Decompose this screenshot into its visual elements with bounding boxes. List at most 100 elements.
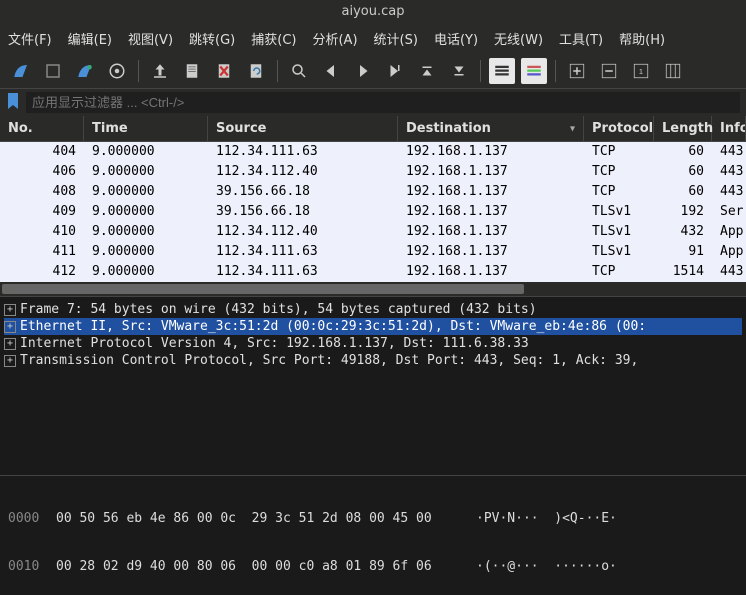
hex-ascii: ·(··@··· ······o· (476, 558, 617, 576)
table-row[interactable]: 4119.000000112.34.111.63192.168.1.137TLS… (0, 242, 746, 262)
cell: 112.34.111.63 (208, 142, 398, 161)
menu-help[interactable]: 帮助(H) (617, 27, 667, 50)
menu-tools[interactable]: 工具(T) (557, 27, 605, 50)
expand-icon[interactable]: + (4, 321, 16, 333)
cell: 192.168.1.137 (398, 202, 584, 221)
display-filter-input[interactable] (26, 92, 740, 113)
cell: TCP (584, 162, 654, 181)
close-file-icon[interactable] (211, 58, 237, 84)
col-header-dst[interactable]: Destination▾ (398, 116, 584, 141)
open-upload-icon[interactable] (147, 58, 173, 84)
expand-icon[interactable]: + (4, 355, 16, 367)
detail-ip-text: Internet Protocol Version 4, Src: 192.16… (20, 336, 529, 351)
cell: 60 (654, 182, 712, 201)
menu-analyze[interactable]: 分析(A) (310, 27, 359, 50)
cell: TLSv1 (584, 222, 654, 241)
hex-row[interactable]: 0010 00 28 02 d9 40 00 80 06 00 00 c0 a8… (8, 558, 738, 576)
packet-details: + Frame 7: 54 bytes on wire (432 bits), … (0, 296, 746, 476)
cell: 112.34.112.40 (208, 222, 398, 241)
forward-icon[interactable] (350, 58, 376, 84)
col-header-time[interactable]: Time (84, 116, 208, 141)
stop-icon[interactable] (40, 58, 66, 84)
cell: 112.34.111.63 (208, 262, 398, 281)
cell: TCP (584, 182, 654, 201)
goto-last-icon[interactable] (446, 58, 472, 84)
col-header-proto[interactable]: Protocol (584, 116, 654, 141)
search-icon[interactable] (286, 58, 312, 84)
cell: 404 (0, 142, 84, 161)
zoom-reset-icon[interactable]: 1 (628, 58, 654, 84)
cell: 9.000000 (84, 182, 208, 201)
zoom-in-icon[interactable] (564, 58, 590, 84)
col-header-info[interactable]: Info (712, 116, 746, 141)
hex-dump[interactable]: 0000 00 50 56 eb 4e 86 00 0c 29 3c 51 2d… (0, 476, 746, 595)
bookmark-filter-icon[interactable] (6, 93, 20, 113)
file-icon[interactable] (179, 58, 205, 84)
cell: 410 (0, 222, 84, 241)
expand-icon[interactable]: + (4, 338, 16, 350)
resize-columns-icon[interactable] (660, 58, 686, 84)
cell: 192.168.1.137 (398, 162, 584, 181)
goto-icon[interactable] (382, 58, 408, 84)
detail-ethernet[interactable]: + Ethernet II, Src: VMware_3c:51:2d (00:… (4, 318, 742, 335)
menu-view[interactable]: 视图(V) (126, 27, 175, 50)
cell: 9.000000 (84, 222, 208, 241)
cell: 112.34.111.63 (208, 242, 398, 261)
table-row[interactable]: 4089.00000039.156.66.18192.168.1.137TCP6… (0, 182, 746, 202)
cell: 412 (0, 262, 84, 281)
settings-icon[interactable] (104, 58, 130, 84)
menu-file[interactable]: 文件(F) (6, 27, 54, 50)
cell: 9.000000 (84, 202, 208, 221)
toolbar-separator (138, 60, 139, 82)
cell: 60 (654, 162, 712, 181)
filter-bar (0, 89, 746, 116)
expand-icon[interactable]: + (4, 304, 16, 316)
back-icon[interactable] (318, 58, 344, 84)
detail-frame[interactable]: + Frame 7: 54 bytes on wire (432 bits), … (4, 301, 742, 318)
menu-stats[interactable]: 统计(S) (372, 27, 420, 50)
table-row[interactable]: 4129.000000112.34.111.63192.168.1.137TCP… (0, 262, 746, 282)
cell: 411 (0, 242, 84, 261)
toolbar-separator (277, 60, 278, 82)
colorize-on-icon[interactable] (521, 58, 547, 84)
table-row[interactable]: 4069.000000112.34.112.40192.168.1.137TCP… (0, 162, 746, 182)
table-row[interactable]: 4109.000000112.34.112.40192.168.1.137TLS… (0, 222, 746, 242)
shark-fin-icon[interactable] (8, 58, 34, 84)
detail-ip[interactable]: + Internet Protocol Version 4, Src: 192.… (4, 335, 742, 352)
sort-indicator-icon: ▾ (570, 123, 575, 134)
cell: 1514 (654, 262, 712, 281)
menu-edit[interactable]: 编辑(E) (66, 27, 114, 50)
restart-icon[interactable] (72, 58, 98, 84)
cell: 192.168.1.137 (398, 222, 584, 241)
cell: 443 (712, 162, 746, 181)
cell: 409 (0, 202, 84, 221)
menu-wireless[interactable]: 无线(W) (492, 27, 545, 50)
cell: 39.156.66.18 (208, 182, 398, 201)
reload-file-icon[interactable] (243, 58, 269, 84)
menu-phone[interactable]: 电话(Y) (432, 27, 480, 50)
packet-list-header: No. Time Source Destination▾ Protocol Le… (0, 116, 746, 142)
detail-ethernet-text: Ethernet II, Src: VMware_3c:51:2d (00:0c… (20, 319, 646, 334)
col-header-src[interactable]: Source (208, 116, 398, 141)
cell: 60 (654, 142, 712, 161)
horizontal-scrollbar[interactable] (0, 282, 746, 296)
colorize-off-icon[interactable] (489, 58, 515, 84)
detail-tcp[interactable]: + Transmission Control Protocol, Src Por… (4, 352, 742, 369)
col-header-no[interactable]: No. (0, 116, 84, 141)
cell: 9.000000 (84, 142, 208, 161)
zoom-out-icon[interactable] (596, 58, 622, 84)
hex-bytes: 00 28 02 d9 40 00 80 06 00 00 c0 a8 01 8… (56, 558, 476, 576)
cell: Ser (712, 202, 746, 221)
hex-ascii: ·PV·N··· )<Q-··E· (476, 510, 617, 528)
col-header-len[interactable]: Length (654, 116, 712, 141)
menu-capture[interactable]: 捕获(C) (249, 27, 298, 50)
hex-row[interactable]: 0000 00 50 56 eb 4e 86 00 0c 29 3c 51 2d… (8, 510, 738, 528)
cell: 408 (0, 182, 84, 201)
hex-offset: 0000 (8, 510, 56, 528)
menu-go[interactable]: 跳转(G) (187, 27, 237, 50)
table-row[interactable]: 4099.00000039.156.66.18192.168.1.137TLSv… (0, 202, 746, 222)
goto-first-icon[interactable] (414, 58, 440, 84)
cell: 112.34.112.40 (208, 162, 398, 181)
table-row[interactable]: 4049.000000112.34.111.63192.168.1.137TCP… (0, 142, 746, 162)
hex-offset: 0010 (8, 558, 56, 576)
